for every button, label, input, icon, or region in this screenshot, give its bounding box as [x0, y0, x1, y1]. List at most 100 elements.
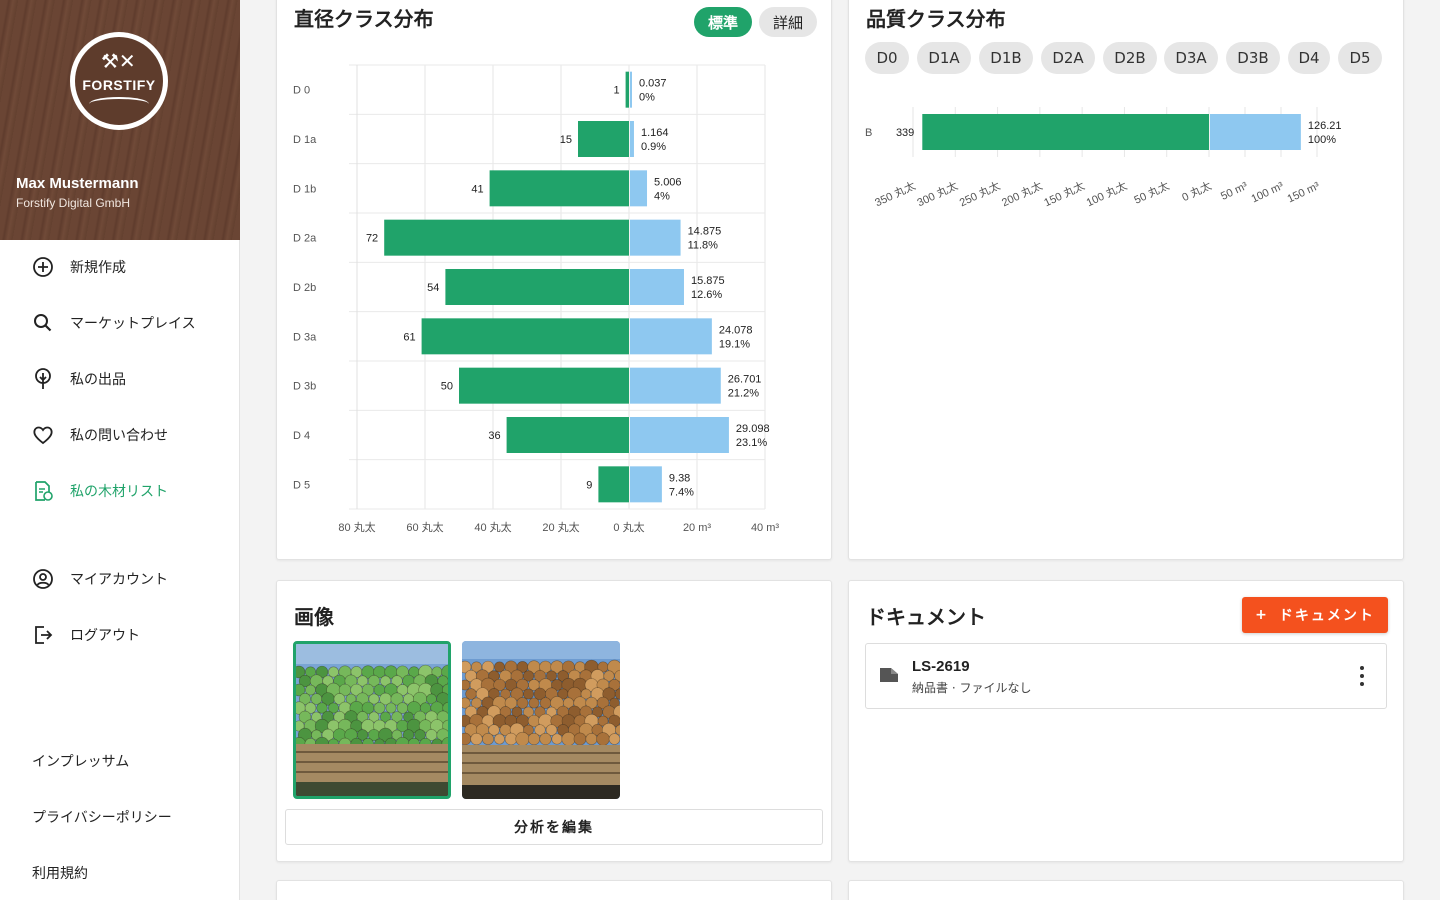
chip-d3a[interactable]: D3A [1164, 42, 1218, 74]
volume-percent-label: 21.2% [728, 388, 759, 400]
document-name: LS-2619 [912, 658, 970, 675]
x-tick-label: 50 丸太 [1132, 179, 1171, 207]
chip-d2b[interactable]: D2B [1103, 42, 1157, 74]
y-category-label: D 2b [293, 282, 316, 294]
log-count-label: 1 [613, 85, 619, 97]
chip-d0[interactable]: D0 [865, 42, 909, 74]
document-row[interactable]: LS-2619 納品書 · ファイルなし [865, 643, 1387, 709]
log-end [528, 697, 540, 709]
volume-value-label: 1.164 [641, 127, 669, 139]
crossed-axes-icon: ⚒✕ [101, 49, 136, 73]
log-end [523, 688, 534, 700]
more-vert-icon[interactable] [1358, 666, 1366, 686]
volume-percent-label: 11.8% [688, 240, 719, 252]
nav-label: ログアウト [70, 628, 140, 644]
user-org: Forstify Digital GmbH [16, 196, 131, 210]
log-count-bar [506, 417, 629, 453]
footer-privacy-link[interactable]: プライバシーポリシー [32, 807, 172, 827]
footer-impressum-link[interactable]: インプレッサム [32, 751, 129, 771]
toggle-detail[interactable]: 詳細 [759, 7, 817, 37]
x-tick-label: 100 m³ [1250, 180, 1286, 205]
nav-my-timber-lists[interactable]: 私の木材リスト [32, 477, 168, 505]
volume-percent-label: 23.1% [736, 437, 767, 449]
log-count-label: 50 [441, 381, 453, 393]
y-category-label: D 1a [293, 134, 317, 146]
quality-class-card: 品質クラス分布 D0 D1A D1B D2A D2B D3A D3B D4 D5… [848, 0, 1404, 560]
add-document-button[interactable]: + ドキュメント [1242, 597, 1388, 633]
nav-label: 私の出品 [70, 372, 126, 388]
nav-label: 新規作成 [70, 260, 126, 276]
log-end [539, 732, 552, 746]
volume-bar [630, 71, 632, 108]
footer-terms-link[interactable]: 利用規約 [32, 863, 88, 883]
nav-new[interactable]: 新規作成 [32, 253, 126, 281]
y-category-label: D 3b [293, 381, 316, 393]
log-end [527, 732, 541, 746]
y-category-label: D 5 [293, 479, 310, 491]
x-tick-label: 60 丸太 [406, 521, 443, 534]
log-end [515, 731, 530, 747]
forstify-logo[interactable]: ⚒✕ FORSTIFY [70, 32, 168, 130]
bottom-card-right [848, 880, 1404, 900]
log-count-label: 54 [427, 282, 439, 294]
nav-my-listings[interactable]: 私の出品 [32, 365, 126, 393]
log-end [462, 732, 472, 746]
logout-icon [32, 624, 54, 646]
volume-percent-label: 0.9% [641, 141, 666, 153]
volume-value-label: 5.006 [654, 176, 682, 188]
log-count-label: 72 [366, 233, 378, 245]
chip-d5[interactable]: D5 [1338, 42, 1382, 74]
volume-value-label: 26.701 [728, 374, 762, 386]
nav-logout[interactable]: ログアウト [32, 621, 140, 649]
log-count-label: 339 [896, 127, 914, 139]
logo-wave-icon [89, 97, 149, 111]
add-document-label: ドキュメント [1278, 608, 1375, 624]
y-category-label: D 2a [293, 233, 317, 245]
x-tick-label: 0 丸太 [613, 521, 644, 534]
x-tick-label: 40 丸太 [474, 521, 511, 534]
edit-analysis-button[interactable]: 分析を編集 [285, 809, 823, 845]
nav-my-account[interactable]: マイアカウント [32, 565, 168, 593]
document-list-icon [32, 480, 54, 502]
x-tick-label: 20 丸太 [542, 521, 579, 534]
log-end [596, 732, 610, 746]
log-end [585, 733, 598, 745]
image-thumbnail-original[interactable] [462, 641, 620, 799]
chip-d4[interactable]: D4 [1288, 42, 1330, 74]
volume-bar [630, 219, 681, 256]
toggle-standard[interactable]: 標準 [694, 7, 752, 37]
volume-value-label: 15.875 [691, 275, 725, 287]
volume-value-label: 126.21 [1308, 120, 1342, 132]
volume-percent-label: 12.6% [691, 289, 722, 301]
volume-bar [630, 269, 684, 305]
volume-bar [1210, 114, 1301, 150]
quality-card-title: 品質クラス分布 [866, 7, 1006, 31]
nav-label: マーケットプレイス [70, 316, 196, 332]
y-category-label: D 1b [293, 183, 316, 195]
x-tick-label: 300 丸太 [915, 179, 960, 209]
log-count-bar [489, 170, 629, 207]
nav-marketplace[interactable]: マーケットプレイス [32, 309, 196, 337]
nav-my-inquiries[interactable]: 私の問い合わせ [32, 421, 168, 449]
volume-bar [630, 170, 648, 207]
chip-d3b[interactable]: D3B [1226, 42, 1280, 74]
chip-d1b[interactable]: D1B [979, 42, 1033, 74]
log-end [465, 688, 477, 700]
x-tick-label: 150 丸太 [1042, 179, 1087, 209]
search-icon [32, 312, 54, 334]
x-tick-label: 40 m³ [751, 522, 779, 534]
quality-chart: 350 丸太300 丸太250 丸太200 丸太150 丸太100 丸太 50 丸… [865, 107, 1342, 209]
chip-d1a[interactable]: D1A [917, 42, 971, 74]
volume-bar [630, 367, 721, 404]
log-count-label: 9 [586, 479, 592, 491]
y-category-label: D 0 [293, 85, 310, 97]
log-count-label: 61 [403, 331, 415, 343]
logo-text: FORSTIFY [82, 77, 156, 93]
documents-card: ドキュメント + ドキュメント LS-2619 納品書 · ファイルなし [848, 580, 1404, 862]
tree-pin-icon [32, 368, 54, 390]
image-thumbnail-analyzed[interactable] [293, 641, 451, 799]
log-count-bar [578, 121, 629, 157]
chip-d2a[interactable]: D2A [1041, 42, 1095, 74]
log-count-label: 36 [488, 430, 500, 442]
volume-bar [630, 417, 729, 453]
